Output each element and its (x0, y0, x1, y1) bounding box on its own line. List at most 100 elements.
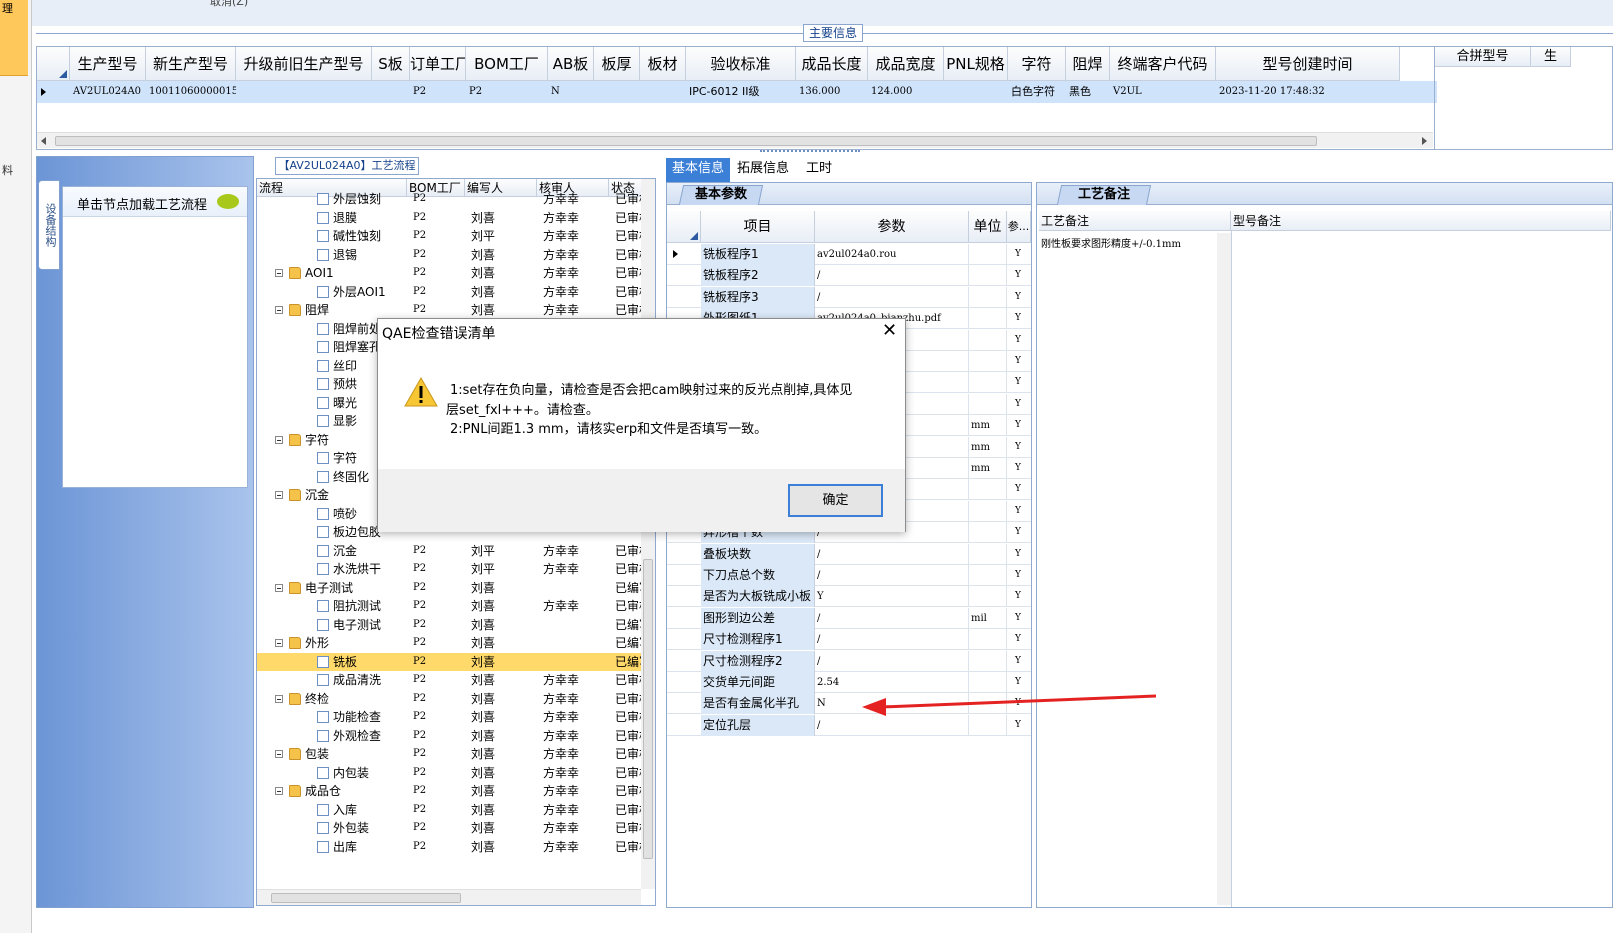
table-cell[interactable]: 2023-11-20 17:48:32 (1216, 81, 1400, 103)
tree-row[interactable]: 电子测试P2刘喜已编写 (257, 579, 647, 597)
params-cell-value[interactable]: / (815, 286, 969, 308)
tree-row[interactable]: 退锡P2刘喜方幸幸已审核 (257, 246, 647, 264)
tree-row[interactable]: 铣板P2刘喜已编写 (257, 652, 647, 671)
tree-node[interactable]: AOI1 (289, 264, 407, 282)
params-column-header[interactable]: 参数 (815, 211, 969, 243)
collapse-icon[interactable] (275, 750, 283, 758)
params-cell-value[interactable]: / (815, 607, 969, 629)
splitter-handle[interactable] (760, 150, 860, 154)
table-cell[interactable]: 白色字符 (1008, 81, 1066, 103)
tab-2[interactable]: 工时 (798, 158, 840, 182)
table-cell[interactable]: P2 (466, 81, 548, 103)
basic-params-tab[interactable]: 基本参数 (678, 185, 764, 205)
tree-node[interactable]: 外层蚀刻 (317, 190, 407, 208)
tree-row[interactable]: 出库P2刘喜方幸幸已审核 (257, 838, 647, 856)
tree-node[interactable]: 终检 (289, 690, 407, 708)
table-cell[interactable] (236, 81, 372, 103)
column-header[interactable]: 生产型号 (70, 47, 146, 81)
scroll-thumb[interactable] (55, 136, 1317, 146)
table-cell[interactable]: 136.000 (796, 81, 868, 103)
table-cell[interactable]: AV2UL024A0 (70, 81, 146, 103)
column-header[interactable]: 字符 (1008, 47, 1066, 81)
side-column-header[interactable]: 合拼型号 (1435, 47, 1531, 67)
tree-row[interactable]: 包装P2刘喜方幸幸已审核 (257, 745, 647, 763)
tree-row[interactable]: 成品仓P2刘喜方幸幸已审核 (257, 782, 647, 800)
collapse-icon[interactable] (275, 639, 283, 647)
column-header[interactable]: 新生产型号 (146, 47, 236, 81)
tree-row[interactable]: 终检P2刘喜方幸幸已审核 (257, 690, 647, 708)
collapse-icon[interactable] (275, 435, 283, 444)
params-cell-value[interactable]: av2ul024a0.rou (815, 244, 969, 265)
tree-row[interactable]: 外层AOI1P2刘喜方幸幸已审核 (257, 283, 647, 301)
collapse-icon[interactable] (275, 787, 283, 795)
ok-button[interactable]: 确定 (788, 484, 883, 517)
tree-node[interactable]: 阻抗测试 (317, 597, 407, 615)
params-row[interactable]: 是否为大板铣成小板 Y Y (667, 586, 1031, 608)
tree-horizontal-scrollbar[interactable] (257, 889, 641, 905)
params-row[interactable]: 尺寸检测程序1/ Y (667, 629, 1031, 651)
tree-scroll-thumb[interactable] (643, 559, 653, 859)
column-header[interactable]: 阻焊 (1066, 47, 1110, 81)
remarks-scrollbar[interactable] (1217, 233, 1231, 905)
tree-row[interactable]: 碱性蚀刻P2刘平方幸幸已审核 (257, 227, 647, 245)
tree-row[interactable]: 内包装P2刘喜方幸幸已审核 (257, 764, 647, 782)
collapse-icon[interactable] (275, 583, 283, 592)
close-icon[interactable]: ✕ (882, 321, 897, 341)
tab-1[interactable]: 拓展信息 (732, 158, 794, 182)
tree-row[interactable]: 功能检查P2刘喜方幸幸已审核 (257, 708, 647, 726)
tree-row[interactable]: 外包装P2刘喜方幸幸已审核 (257, 819, 647, 837)
column-header[interactable]: AB板 (548, 47, 594, 81)
column-header[interactable]: 成品宽度 (868, 47, 944, 81)
params-column-header[interactable]: 单位 (969, 211, 1007, 243)
scroll-right-icon[interactable] (1422, 137, 1427, 145)
column-header[interactable]: 板材 (640, 47, 686, 81)
tree-node[interactable]: 阻焊 (289, 301, 407, 319)
tree-row[interactable]: 退膜P2刘喜方幸幸已审核 (257, 209, 647, 227)
table-cell[interactable]: V2UL (1110, 81, 1216, 103)
process-remarks-tab[interactable]: 工艺备注 (1056, 185, 1152, 205)
tree-row[interactable]: 外观检查P2刘喜方幸幸已审核 (257, 727, 647, 745)
column-header[interactable]: 成品长度 (796, 47, 868, 81)
scroll-left-icon[interactable] (41, 137, 46, 145)
params-row[interactable]: 尺寸检测程序2/ Y (667, 650, 1031, 672)
tree-row[interactable]: 阻抗测试P2刘喜方幸幸已审核 (257, 597, 647, 615)
params-cell-value[interactable]: / (815, 565, 969, 586)
tree-node[interactable]: 内包装 (317, 764, 407, 782)
table-cell[interactable] (640, 81, 686, 103)
tree-vertical-scrollbar[interactable] (641, 179, 655, 889)
tree-node[interactable]: 退膜 (317, 209, 407, 227)
tree-hscroll-thumb[interactable] (271, 893, 461, 903)
column-header[interactable]: 板厚 (594, 47, 640, 81)
tree-row[interactable]: 入库P2刘喜方幸幸已审核 (257, 801, 647, 819)
params-row[interactable]: 下刀点总个数 / Y (667, 565, 1031, 586)
tree-node[interactable]: 沉金 (317, 542, 407, 560)
tree-node[interactable]: 电子测试 (317, 616, 407, 634)
table-cell[interactable]: P2 (410, 81, 466, 103)
params-cell-value[interactable]: Y (815, 586, 969, 608)
tree-node[interactable]: 退锡 (317, 246, 407, 264)
collapse-icon[interactable] (275, 306, 283, 314)
collapse-icon[interactable] (275, 694, 283, 703)
equipment-structure-tab[interactable]: 设备结构 (38, 180, 60, 270)
horizontal-scrollbar[interactable] (37, 132, 1433, 148)
tree-row[interactable]: 成品清洗P2刘喜方幸幸已审核 (257, 671, 647, 689)
column-header[interactable]: 验收标准 (686, 47, 796, 81)
side-column-header[interactable]: 生 (1531, 47, 1571, 67)
tree-row[interactable]: 阻焊P2刘喜方幸幸已审核 (257, 301, 647, 319)
tree-node[interactable]: 外包装 (317, 819, 407, 837)
tree-row[interactable]: 电子测试P2刘喜已编写 (257, 616, 647, 634)
params-cell-value[interactable]: / (815, 650, 969, 672)
params-row[interactable]: 铣板程序1 av2ul024a0.rou Y (667, 244, 1031, 265)
process-remark-text[interactable]: 刚性板要求图形精度+/-0.1mm (1041, 235, 1181, 250)
collapse-icon[interactable] (275, 491, 283, 499)
column-header[interactable]: 升级前旧生产型号 (236, 47, 372, 81)
table-cell[interactable] (594, 81, 640, 103)
table-cell[interactable]: 黑色 (1066, 81, 1110, 103)
tree-node[interactable]: 碱性蚀刻 (317, 227, 407, 245)
table-cell[interactable]: 10011060000015 (146, 81, 236, 103)
params-row[interactable]: 图形到边公差 / mil Y (667, 607, 1031, 629)
tree-node[interactable]: 外形 (289, 634, 407, 652)
tree-row[interactable]: 水洗烘干P2刘平方幸幸已审核 (257, 560, 647, 578)
params-cell-value[interactable]: / (815, 629, 969, 651)
params-cell-value[interactable]: / (815, 265, 969, 287)
